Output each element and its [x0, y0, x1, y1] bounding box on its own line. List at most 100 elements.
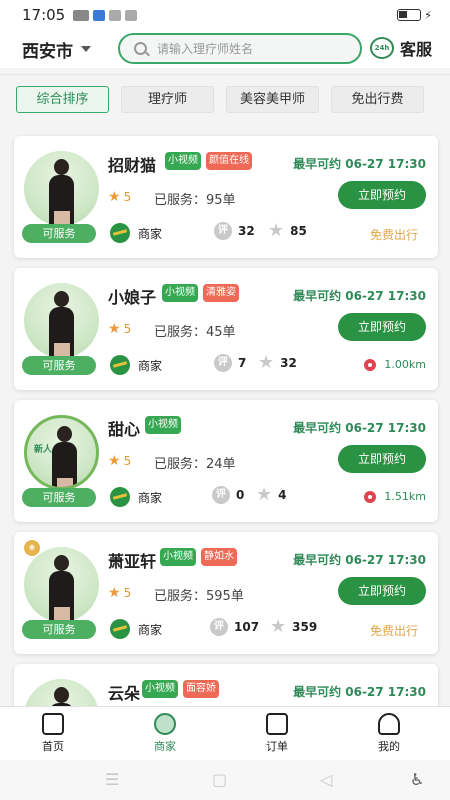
review-count-value: 107 [234, 620, 260, 634]
free-travel-label: 免费出行 [369, 228, 418, 242]
style-tag: 清雅姿 [203, 284, 239, 302]
earliest-time: 最早可约 06-27 17:30 [293, 421, 426, 435]
search-input[interactable]: 请输入理疗师姓名 [118, 33, 362, 64]
filter-chip-sort[interactable]: 综合排序 [16, 86, 109, 113]
therapist-avatar[interactable]: 新人 [24, 415, 99, 490]
shop-label: 商家 [138, 622, 163, 637]
tab-merchant[interactable]: 商家 [130, 713, 200, 754]
available-badge: 可服务 [22, 356, 96, 375]
video-tag[interactable]: 小视频 [165, 152, 201, 170]
shop-link[interactable]: 商家 [110, 487, 162, 507]
charging-icon: ⚡ [424, 8, 432, 22]
shop-label: 商家 [138, 358, 163, 373]
therapist-name: 萧亚轩 [108, 552, 157, 571]
rating: ★ 5 [108, 321, 131, 337]
shop-logo-icon [110, 487, 130, 507]
menu-icon[interactable]: ☰ [105, 770, 119, 789]
accessibility-icon[interactable]: ♿ [410, 770, 424, 789]
video-tag[interactable]: 小视频 [142, 680, 178, 698]
bluetooth-icon [93, 9, 106, 21]
rating-value: 5 [123, 322, 132, 336]
rating: ★ 5 [108, 453, 131, 469]
shop-logo-icon [110, 619, 130, 639]
therapist-avatar[interactable] [24, 283, 99, 358]
therapist-name: 甜心 [108, 420, 141, 439]
therapist-card[interactable]: ❀ 萧亚轩 小视频 静如水 最早可约 06-27 17:30 ★ 5 已服务：59… [14, 532, 438, 654]
therapist-avatar[interactable] [24, 679, 99, 706]
avatar-head [54, 687, 69, 703]
therapist-name: 招财猫 [108, 156, 157, 175]
favorite-count: ★ 359 [270, 618, 317, 636]
wifi-icon [73, 9, 90, 21]
book-now-button[interactable]: 立即预约 [338, 313, 426, 341]
served-count: 已服务：45单 [154, 325, 236, 340]
orders-icon [266, 713, 288, 735]
profile-icon [378, 713, 400, 735]
city-selector[interactable]: 西安市 [22, 37, 91, 62]
avatar-head [54, 159, 69, 175]
favorite-count: ★ 32 [258, 354, 297, 372]
tab-orders-label: 订单 [266, 740, 288, 753]
therapist-card[interactable]: 新人 甜心 小视频 最早可约 06-27 17:30 ★ 5 已服务：24单 立即… [14, 400, 438, 522]
home-circle-icon[interactable]: ▢ [212, 770, 227, 789]
therapist-avatar[interactable] [24, 547, 99, 622]
tab-orders[interactable]: 订单 [242, 713, 312, 754]
style-tag: 颜值在线 [206, 152, 252, 170]
favorite-count: ★ 4 [256, 486, 287, 504]
review-count: 评0 [212, 486, 244, 504]
shop-link[interactable]: 商家 [110, 619, 162, 639]
customer-service-button[interactable]: 24h 客服 [370, 36, 432, 60]
video-tag[interactable]: 小视频 [162, 284, 198, 302]
therapist-name: 小娘子 [108, 288, 157, 307]
therapist-list[interactable]: 招财猫 小视频 颜值在线 最早可约 06-27 17:30 ★ 5 已服务：95单… [0, 122, 450, 706]
filter-bar: 综合排序 理疗师 美容美甲师 免出行费 [0, 74, 450, 120]
therapist-card[interactable]: 云朵 小视频 面容娇 最早可约 06-27 17:30 [14, 664, 438, 706]
star-icon: ★ [108, 585, 121, 601]
headset-24h-icon: 24h [370, 37, 394, 59]
review-count: 评 32 [214, 222, 255, 240]
tab-profile[interactable]: 我的 [354, 713, 424, 754]
available-badge: 可服务 [22, 620, 96, 639]
rating-value: 5 [123, 190, 132, 204]
book-now-button[interactable]: 立即预约 [338, 577, 426, 605]
system-nav-bar: ☰ ▢ ◁ ♿ [0, 760, 450, 800]
review-icon: 评 [210, 618, 228, 636]
favorite-star-icon: ★ [256, 484, 273, 505]
earliest-time: 最早可约 06-27 17:30 [293, 685, 426, 699]
avatar-head [57, 426, 72, 442]
video-tag[interactable]: 小视频 [160, 548, 196, 566]
tab-home[interactable]: 首页 [18, 713, 88, 754]
star-icon: ★ [108, 321, 121, 337]
status-bar: 17:05 ⚡ [0, 0, 450, 30]
favorite-count-value: 85 [290, 224, 307, 238]
review-icon: 评 [212, 486, 230, 504]
shop-link[interactable]: 商家 [110, 355, 162, 375]
therapist-card[interactable]: 小娘子 小视频 清雅姿 最早可约 06-27 17:30 ★ 5 已服务：45单 … [14, 268, 438, 390]
filter-chip-free-travel[interactable]: 免出行费 [331, 86, 424, 113]
search-icon [134, 42, 147, 55]
book-now-button[interactable]: 立即预约 [338, 181, 426, 209]
review-count: 评7 [214, 354, 246, 372]
merchant-icon [154, 713, 176, 735]
home-icon [42, 713, 64, 735]
earliest-time: 最早可约 06-27 17:30 [293, 289, 426, 303]
shop-link[interactable]: 商家 [110, 223, 162, 243]
filter-chip-therapist[interactable]: 理疗师 [121, 86, 214, 113]
review-count-value: 32 [238, 224, 255, 238]
favorite-star-icon: ★ [270, 616, 287, 637]
free-travel-label: 免费出行 [369, 624, 418, 638]
back-icon[interactable]: ◁ [320, 770, 332, 789]
therapist-card[interactable]: 招财猫 小视频 颜值在线 最早可约 06-27 17:30 ★ 5 已服务：95单… [14, 136, 438, 258]
earliest-time: 最早可约 06-27 17:30 [293, 553, 426, 567]
video-tag[interactable]: 小视频 [145, 416, 181, 434]
customer-service-label: 客服 [400, 40, 433, 59]
book-now-button[interactable]: 立即预约 [338, 445, 426, 473]
distance: 1.00km [364, 358, 426, 371]
distance-value: 1.00km [384, 358, 426, 371]
city-name: 西安市 [22, 41, 73, 62]
favorite-star-icon: ★ [258, 352, 275, 373]
location-pin-icon [364, 490, 377, 503]
filter-chip-beauty[interactable]: 美容美甲师 [226, 86, 319, 113]
therapist-avatar[interactable] [24, 151, 99, 226]
review-icon: 评 [214, 354, 232, 372]
